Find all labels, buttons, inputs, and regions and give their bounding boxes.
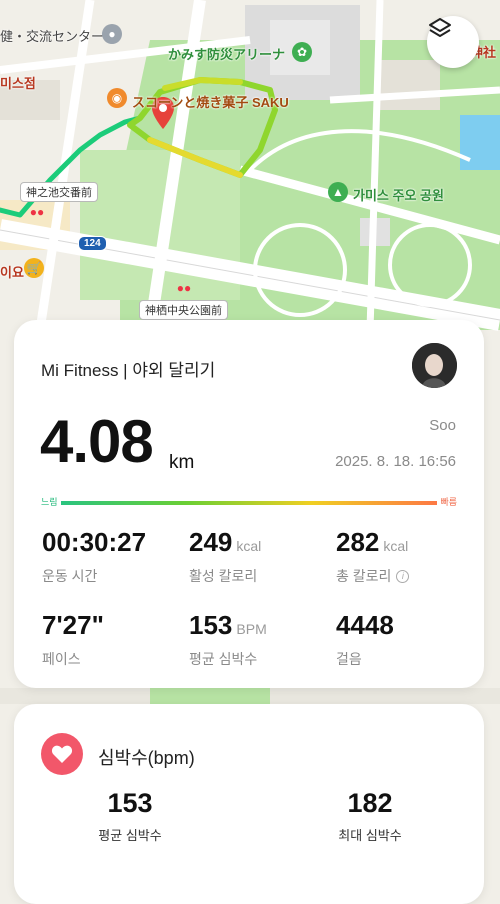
pace-slow-label: 느림 — [41, 495, 61, 508]
stat-value: 153 — [189, 610, 233, 640]
user-avatar[interactable] — [412, 343, 457, 388]
stat-steps: 4448 걸음 — [336, 612, 394, 669]
layers-icon — [429, 18, 451, 37]
heart-icon — [41, 733, 83, 775]
stat-pace: 7'27" 페이스 — [42, 612, 104, 669]
max-heart-rate: 182 최대 심박수 — [300, 788, 440, 844]
map-label-shop: 미스점 — [0, 76, 36, 91]
traffic-light-icon: ●● — [29, 205, 45, 219]
stat-label: 페이스 — [42, 651, 81, 667]
route-shield: 124 — [78, 236, 107, 251]
stat-total-calories: 282 kcal 총 칼로리 i — [336, 527, 410, 586]
stat-value: 249 — [189, 527, 233, 557]
stat-active-calories: 249 kcal 활성 칼로리 — [189, 529, 261, 586]
stat-label: 총 칼로리 — [336, 568, 392, 584]
distance-unit: km — [169, 452, 195, 473]
sports-poi-icon[interactable]: ✿ — [292, 42, 312, 62]
map-label-shop-left: 이요 — [0, 265, 24, 280]
shopping-cart-icon[interactable]: 🛒 — [24, 258, 44, 278]
map-label-arena: かみす防災アリーナ — [168, 47, 286, 62]
stat-label: 활성 칼로리 — [189, 568, 258, 584]
pace-fast-label: 빠름 — [437, 495, 457, 508]
info-icon[interactable]: i — [396, 569, 410, 583]
avg-heart-rate-label: 평균 심박수 — [98, 828, 162, 843]
stat-value: 282 — [336, 527, 380, 557]
heart-rate-card[interactable]: 심박수(bpm) 153 평균 심박수 182 최대 심박수 — [14, 704, 484, 904]
map-label-welfare: 健・交流センター — [0, 29, 105, 44]
distance-value: 4.08 — [40, 408, 154, 475]
map-label-park: 가미스 주오 공원 — [353, 188, 444, 203]
stat-value: 7'27" — [42, 610, 104, 640]
workout-summary-card: Mi Fitness | 야외 달리기 Soo 4.08 km 2025. 8.… — [14, 320, 484, 688]
heart-shape — [51, 745, 73, 763]
workout-datetime: 2025. 8. 18. 16:56 — [335, 453, 456, 470]
avg-heart-rate: 153 평균 심박수 — [60, 788, 200, 844]
workout-title: Mi Fitness | 야외 달리기 — [41, 361, 216, 380]
stat-label: 평균 심박수 — [189, 651, 258, 667]
max-heart-rate-label: 최대 심박수 — [338, 828, 402, 843]
map-poi-icon[interactable]: ● — [102, 24, 122, 44]
map-label-bakery: スコーンと焼き菓子 SAKU — [132, 95, 289, 110]
bus-stop-label-1[interactable]: 神之池交番前 — [20, 182, 98, 202]
heart-rate-title: 심박수(bpm) — [98, 748, 195, 768]
max-heart-rate-value: 182 — [347, 788, 393, 818]
stat-value: 00:30:27 — [42, 527, 147, 557]
avg-heart-rate-value: 153 — [107, 788, 153, 818]
park-poi-icon[interactable]: ▲ — [328, 182, 348, 202]
avatar-image — [412, 343, 457, 388]
stat-avg-heart-rate: 153 BPM 평균 심박수 — [189, 612, 267, 669]
pace-gradient-bar — [41, 501, 457, 505]
layers-button[interactable] — [427, 16, 479, 68]
traffic-light-icon-2: ●● — [176, 281, 192, 295]
stat-label: 운동 시간 — [42, 568, 98, 584]
stat-unit: kcal — [236, 538, 262, 554]
stat-duration: 00:30:27 운동 시간 — [42, 529, 146, 586]
stat-value: 4448 — [336, 610, 394, 640]
stat-unit: kcal — [383, 538, 409, 554]
bakery-poi-icon[interactable]: ◉ — [107, 88, 127, 108]
stat-unit: BPM — [236, 621, 267, 637]
stat-label: 걸음 — [336, 651, 362, 667]
user-name: Soo — [429, 417, 456, 434]
bus-stop-label-2[interactable]: 神栖中央公園前 — [139, 300, 228, 320]
